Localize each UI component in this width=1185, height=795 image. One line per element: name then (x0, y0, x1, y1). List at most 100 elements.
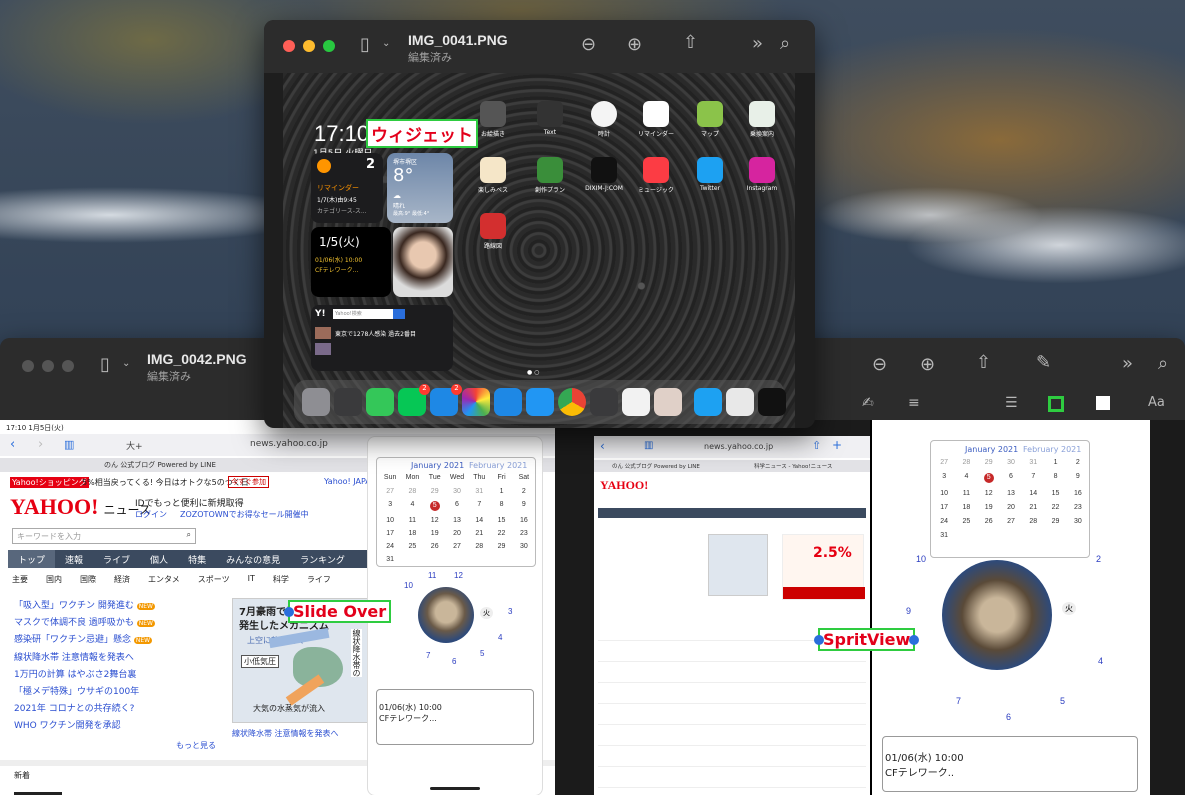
promo-text[interactable]: 5%相当戻ってくる! 今日はオトクな5のつく日 (82, 477, 249, 488)
calendar-day[interactable]: 4 (955, 473, 977, 483)
calendar-day[interactable]: 2 (1067, 459, 1089, 466)
share-icon[interactable]: ⇧ (976, 354, 991, 372)
calendar-day[interactable]: 19 (424, 530, 446, 537)
subnav-domestic[interactable]: 国内 (46, 574, 62, 585)
calendar-day[interactable]: 21 (468, 530, 490, 537)
messages-icon[interactable] (366, 388, 394, 416)
calendar-day[interactable]: 5 (983, 473, 994, 483)
calendar-day[interactable]: 29 (424, 488, 446, 495)
calendar-day[interactable]: 27 (379, 488, 401, 495)
calendar-day[interactable]: 27 (933, 459, 955, 466)
headline-item[interactable]: 線状降水帯 注意情報を発表へ (14, 650, 155, 667)
search-icon[interactable]: ⌕ (1158, 355, 1168, 373)
calendar-day[interactable]: 30 (1067, 518, 1089, 525)
reminders-widget[interactable]: 2 リマインダー 1/7(木)由9:45 カテゴリース-ス... (311, 153, 383, 223)
calendar-day[interactable]: 24 (933, 518, 955, 525)
calendar-day[interactable]: 24 (379, 543, 401, 550)
calendar-day[interactable]: 15 (490, 517, 512, 524)
calendar-day[interactable]: 18 (401, 530, 423, 537)
calendar-day[interactable]: 12 (424, 517, 446, 524)
calendar-day[interactable]: 29 (978, 459, 1000, 466)
calendar-day[interactable]: 17 (933, 504, 955, 511)
more-link[interactable]: もっと見る (176, 740, 216, 751)
split-map-thumb[interactable] (708, 534, 768, 596)
markup-icon[interactable]: ✎ (1036, 354, 1051, 372)
calendar-day[interactable]: 19 (978, 504, 1000, 511)
subnav-science[interactable]: 科学 (273, 574, 289, 585)
calendar-day[interactable]: 1 (1044, 459, 1066, 466)
zoom-out-icon[interactable]: ⊖ (872, 356, 887, 374)
safari-icon[interactable] (526, 388, 554, 416)
calendar-day[interactable]: 27 (446, 543, 468, 550)
app-icon-10[interactable] (643, 157, 669, 183)
calendar-day[interactable]: 28 (468, 543, 490, 550)
close-button[interactable] (283, 40, 295, 52)
home-indicator[interactable] (430, 787, 480, 790)
nav-item-live[interactable]: ライブ (93, 550, 140, 568)
calendar-day[interactable]: 3 (933, 473, 955, 483)
line-icon[interactable]: 2 (398, 384, 430, 416)
border-color-swatch[interactable] (1048, 396, 1064, 412)
subnav-main[interactable]: 主要 (12, 574, 28, 585)
share-icon[interactable]: ⇧ (683, 34, 698, 52)
fill-color-swatch[interactable] (1096, 396, 1110, 410)
app-icon-4[interactable] (643, 101, 669, 127)
app-icon-7[interactable] (480, 157, 506, 183)
nav-item-breaking[interactable]: 速報 (55, 550, 93, 568)
zoom-button[interactable] (323, 40, 335, 52)
reader-label[interactable]: 大+ (126, 439, 143, 452)
back-arrow-icon[interactable]: ‹ (10, 437, 15, 452)
headline-item[interactable]: 感染研「ワクチン忌避」懸念 NEW (14, 632, 155, 649)
calendar-day[interactable]: 2 (513, 488, 535, 495)
forward-arrow-icon[interactable]: › (38, 437, 43, 452)
calendar-day[interactable]: 31 (1022, 459, 1044, 466)
calendar-day[interactable]: 25 (955, 518, 977, 525)
bookmarks-icon[interactable]: ▥ (644, 440, 653, 451)
app-icon-5[interactable] (697, 101, 723, 127)
headline-item[interactable]: WHO ワクチン開発を承認 (14, 718, 155, 735)
calendar-widget[interactable]: 1/5(火) 01/06(水) 10:00 CFテレワーク... (311, 227, 391, 297)
calendar-day[interactable]: 14 (468, 517, 490, 524)
minimize-button[interactable] (303, 40, 315, 52)
calendar-day[interactable]: 13 (1000, 490, 1022, 497)
promo-button[interactable]: 今すぐ参加 (228, 476, 269, 488)
slide-over-calendar[interactable]: January 2021 February 2021 Sun Mon Tue W… (376, 457, 536, 567)
calendar-day[interactable]: 28 (401, 488, 423, 495)
calendar-day[interactable]: 27 (1000, 518, 1022, 525)
calendar-day[interactable]: 16 (1067, 490, 1089, 497)
more-chevron-icon[interactable]: » (752, 35, 763, 53)
app-icon-9[interactable] (591, 157, 617, 183)
nav-item-feature[interactable]: 特集 (178, 550, 216, 568)
app-icon-6[interactable] (749, 101, 775, 127)
calendar-day[interactable]: 9 (513, 501, 535, 511)
search-input[interactable]: キーワードを入力 ⌕ (12, 528, 196, 544)
map-caption[interactable]: 線状降水帯 注意情報を発表へ (232, 728, 339, 739)
split-divider[interactable] (870, 420, 872, 795)
chevron-down-icon[interactable]: ⌄ (382, 39, 390, 49)
split-ad[interactable]: 2.5% (782, 534, 865, 600)
twitter-icon[interactable] (694, 388, 722, 416)
keynote-icon[interactable] (726, 388, 754, 416)
calendar-day[interactable]: 26 (424, 543, 446, 550)
calendar-day[interactable]: 31 (468, 488, 490, 495)
app-icon-2[interactable] (537, 101, 563, 127)
app-folder-icon[interactable] (590, 388, 618, 416)
calendar-day[interactable]: 28 (1022, 518, 1044, 525)
zoom-in-icon[interactable]: ⊕ (627, 36, 642, 54)
back-arrow-icon[interactable]: ‹ (600, 439, 605, 453)
calendar-day[interactable]: 10 (379, 517, 401, 524)
bookmarks-icon[interactable]: ▥ (64, 438, 74, 451)
calendar-day[interactable]: 22 (490, 530, 512, 537)
photo-widget[interactable] (393, 227, 453, 297)
photos-icon[interactable] (462, 388, 490, 416)
calendar-day[interactable]: 14 (1022, 490, 1044, 497)
zoom-in-icon[interactable]: ⊕ (920, 356, 935, 374)
subnav-sports[interactable]: スポーツ (198, 574, 230, 585)
calendar-day[interactable]: 23 (1067, 504, 1089, 511)
url-field[interactable]: news.yahoo.co.jp (250, 439, 328, 449)
lines-icon[interactable]: ☰ (1005, 396, 1018, 410)
share-icon[interactable]: ⇧ (812, 439, 821, 452)
calendar-day[interactable]: 30 (1000, 459, 1022, 466)
tab-line-blog[interactable]: のん 公式ブログ Powered by LINE (104, 460, 216, 470)
app-icon-12[interactable] (749, 157, 775, 183)
